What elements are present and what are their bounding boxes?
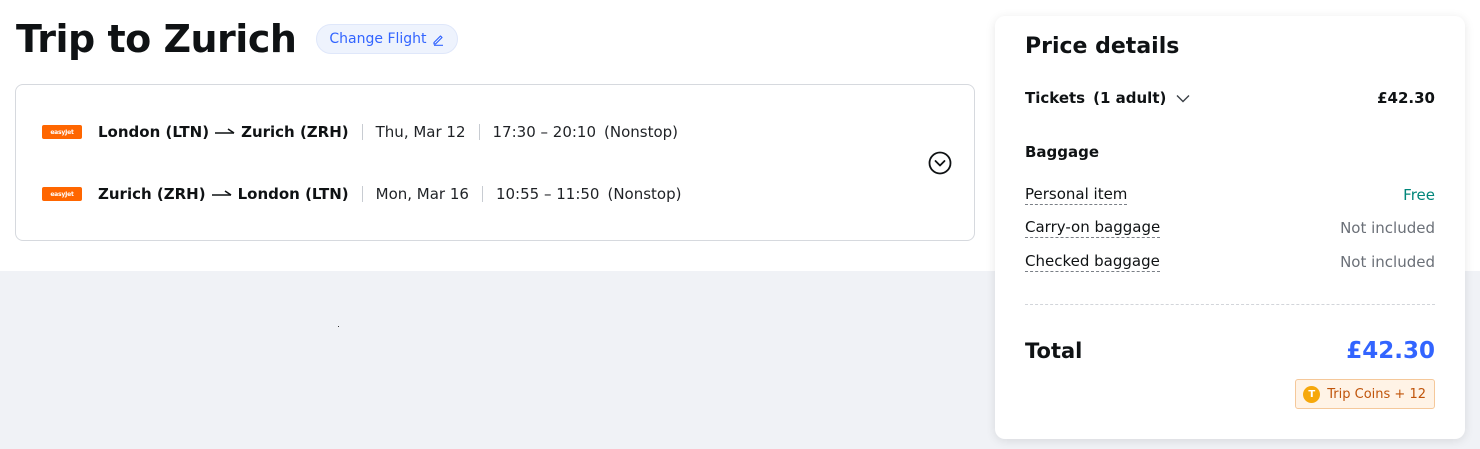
flight-row-outbound: easyJet London (LTN) Zurich (ZRH) Thu, M…	[42, 120, 678, 144]
flight-stops: (Nonstop)	[604, 123, 679, 141]
baggage-label[interactable]: Personal item	[1025, 185, 1128, 205]
price-details-panel: Price details Tickets (1 adult) £42.30 B…	[995, 16, 1465, 439]
coin-icon: T	[1303, 385, 1321, 403]
origin: London (LTN)	[98, 123, 210, 141]
tickets-row: Tickets (1 adult) £42.30	[1025, 89, 1435, 107]
divider	[481, 186, 483, 202]
baggage-label[interactable]: Carry-on baggage	[1025, 218, 1161, 238]
stray-dot	[338, 326, 339, 327]
chevron-down-circle-icon[interactable]	[928, 151, 952, 175]
origin: Zurich (ZRH)	[98, 185, 206, 203]
flight-date: Thu, Mar 12	[375, 123, 466, 141]
price-divider	[1025, 304, 1435, 305]
route: London (LTN) Zurich (ZRH)	[98, 123, 349, 141]
tickets-toggle[interactable]: Tickets (1 adult)	[1025, 89, 1190, 107]
chevron-down-icon	[1176, 94, 1190, 102]
divider	[361, 124, 363, 140]
baggage-row-personal-item: Personal item Free	[1025, 185, 1435, 205]
total-label: Total	[1025, 339, 1083, 363]
total-price: £42.30	[1346, 338, 1435, 364]
total-row: Total £42.30	[1025, 338, 1435, 364]
baggage-value: Not included	[1340, 219, 1435, 237]
flight-date: Mon, Mar 16	[375, 185, 469, 203]
divider	[478, 124, 480, 140]
trip-coins-label: Trip Coins + 12	[1327, 386, 1426, 402]
divider	[361, 186, 363, 202]
airline-logo: easyJet	[42, 125, 82, 139]
tickets-price: £42.30	[1377, 89, 1435, 107]
baggage-row-checked: Checked baggage Not included	[1025, 252, 1435, 272]
trip-coins-badge: T Trip Coins + 12	[1295, 379, 1435, 409]
flight-time: 10:55 – 11:50	[495, 185, 600, 203]
tickets-label: Tickets	[1025, 89, 1086, 107]
baggage-heading: Baggage	[1025, 143, 1100, 161]
page-title: Trip to Zurich	[16, 17, 297, 61]
destination: Zurich (ZRH)	[241, 123, 349, 141]
airline-logo: easyJet	[42, 187, 82, 201]
baggage-row-carry-on: Carry-on baggage Not included	[1025, 218, 1435, 238]
pencil-icon	[432, 34, 443, 46]
right-arrow-icon	[211, 190, 232, 196]
destination: London (LTN)	[237, 185, 349, 203]
flight-itinerary-card: easyJet London (LTN) Zurich (ZRH) Thu, M…	[15, 84, 975, 241]
route: Zurich (ZRH) London (LTN)	[98, 185, 349, 203]
flight-stops: (Nonstop)	[607, 185, 682, 203]
tickets-count: (1 adult)	[1093, 89, 1167, 107]
price-details-title: Price details	[1025, 34, 1180, 59]
baggage-label[interactable]: Checked baggage	[1025, 252, 1160, 272]
right-arrow-icon	[215, 128, 235, 134]
flight-time: 17:30 – 20:10	[492, 123, 597, 141]
change-flight-label: Change Flight	[329, 31, 427, 47]
flight-row-return: easyJet Zurich (ZRH) London (LTN) Mon, M…	[42, 182, 681, 206]
baggage-value: Not included	[1340, 253, 1435, 271]
baggage-value: Free	[1403, 186, 1435, 204]
title-row: Trip to Zurich Change Flight	[16, 14, 458, 64]
change-flight-button[interactable]: Change Flight	[316, 24, 458, 54]
